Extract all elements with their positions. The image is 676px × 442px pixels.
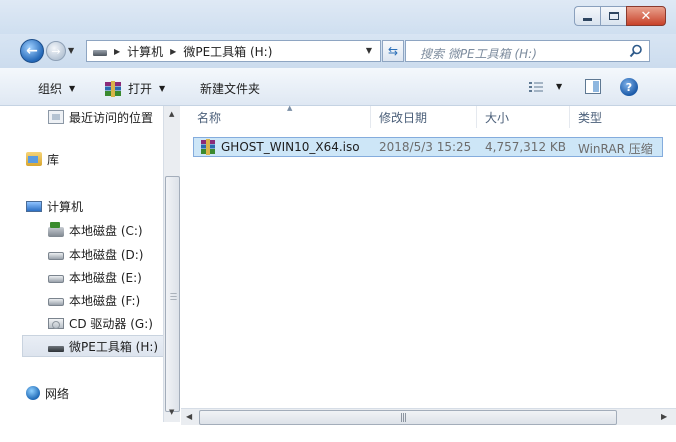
scroll-left-icon[interactable]: ◀: [186, 412, 192, 421]
winrar-archive-icon: [201, 139, 215, 155]
column-header-name[interactable]: 名称 ▲: [189, 104, 371, 128]
breadcrumb-computer[interactable]: 计算机: [127, 43, 163, 60]
file-modified-date: 2018/5/3 15:25: [379, 140, 472, 154]
sidebar-item-label: CD 驱动器 (G:): [69, 316, 153, 331]
sidebar-item-label: 本地磁盘 (D:): [69, 247, 144, 262]
grip-icon: — — —: [170, 289, 177, 303]
sidebar-item-drive-f[interactable]: 本地磁盘 (F:): [48, 289, 140, 311]
command-bar: 组织 ▼ 打开 ▼ 新建文件夹 ▼ ?: [0, 68, 676, 106]
sidebar-item-label: 网络: [45, 386, 70, 401]
drive-icon: [48, 275, 64, 283]
sidebar-item-label: 计算机: [47, 199, 84, 214]
refresh-icon: ⇆: [387, 44, 399, 58]
preview-pane-icon[interactable]: [585, 79, 601, 94]
navigation-pane: 最近访问的位置 库 计算机 本地磁盘 (C:) 本地磁盘 (D:) 本地磁盘 (…: [0, 106, 172, 422]
cd-drive-icon: [48, 317, 64, 329]
status-area: [0, 422, 181, 442]
chevron-down-icon: ▼: [69, 84, 76, 93]
back-button[interactable]: ←: [20, 39, 44, 63]
sidebar-item-label: 最近访问的位置: [69, 110, 154, 125]
close-icon: ✕: [640, 8, 652, 24]
file-row[interactable]: GHOST_WIN10_X64.iso 2018/5/3 15:25 4,757…: [193, 137, 663, 157]
sidebar-item-drive-c[interactable]: 本地磁盘 (C:): [48, 219, 143, 241]
column-header-size[interactable]: 大小: [477, 106, 570, 128]
address-dropdown-icon[interactable]: ▼: [366, 46, 372, 55]
sidebar-item-label: 本地磁盘 (C:): [69, 223, 143, 238]
column-header-label: 类型: [578, 110, 603, 125]
views-icon[interactable]: [528, 80, 544, 94]
minimize-button[interactable]: [574, 6, 600, 26]
scroll-down-icon[interactable]: ▼: [169, 408, 174, 416]
search-input[interactable]: 搜索 微PE工具箱 (H:): [405, 40, 650, 62]
forward-button[interactable]: →: [46, 41, 66, 61]
sidebar-item-label: 库: [47, 152, 60, 167]
column-header-label: 名称: [197, 110, 222, 125]
forward-arrow-icon: →: [51, 44, 61, 58]
sort-ascending-icon: ▲: [287, 104, 293, 112]
network-icon: [26, 386, 40, 400]
sidebar-item-label: 微PE工具箱 (H:): [69, 339, 159, 354]
system-drive-icon: [48, 222, 64, 237]
new-folder-button[interactable]: 新建文件夹: [200, 80, 260, 97]
status-area: [181, 425, 676, 442]
views-dropdown-icon[interactable]: ▼: [556, 82, 562, 91]
library-icon: [26, 152, 42, 166]
column-header-label: 修改日期: [379, 110, 428, 125]
scrollbar-thumb[interactable]: — — —: [165, 176, 180, 412]
scrollbar-thumb[interactable]: |||: [199, 410, 617, 425]
computer-icon: [26, 200, 42, 212]
sidebar-item-network[interactable]: 网络: [26, 382, 69, 404]
new-folder-label: 新建文件夹: [200, 82, 261, 96]
breadcrumb-current-drive[interactable]: 微PE工具箱 (H:): [183, 43, 272, 60]
column-header-type[interactable]: 类型: [570, 106, 676, 128]
minimize-icon: [583, 17, 592, 21]
address-row: ← → ▼ ▶ 计算机 ▶ 微PE工具箱 (H:) ▼ ⇆ 搜索 微PE工具箱 …: [0, 34, 676, 68]
column-header-label: 大小: [485, 110, 510, 125]
sidebar-item-drive-e[interactable]: 本地磁盘 (E:): [48, 266, 142, 288]
organize-label: 组织: [38, 82, 63, 96]
refresh-button[interactable]: ⇆: [382, 40, 404, 62]
maximize-icon: [608, 12, 619, 20]
sidebar-item-drive-d[interactable]: 本地磁盘 (D:): [48, 243, 143, 265]
drive-icon: [48, 252, 64, 260]
close-button[interactable]: ✕: [626, 6, 666, 26]
window-controls: ✕: [574, 6, 666, 26]
back-arrow-icon: ←: [26, 43, 38, 59]
navigation-scrollbar[interactable]: ▲ — — — ▼: [163, 106, 180, 422]
sidebar-item-pe-drive[interactable]: 微PE工具箱 (H:): [22, 335, 172, 357]
recent-places-icon: [48, 110, 64, 124]
sidebar-item-recent[interactable]: 最近访问的位置: [48, 106, 153, 128]
file-name: GHOST_WIN10_X64.iso: [221, 140, 360, 154]
open-button[interactable]: 打开 ▼: [104, 80, 165, 97]
chevron-down-icon: ▼: [159, 84, 166, 93]
sidebar-item-label: 本地磁盘 (E:): [69, 270, 142, 285]
help-icon[interactable]: ?: [620, 78, 638, 96]
breadcrumb-arrow-icon[interactable]: ▶: [170, 47, 176, 56]
grip-icon: |||: [400, 413, 407, 423]
sidebar-item-cd-drive[interactable]: CD 驱动器 (G:): [48, 312, 153, 334]
file-type: WinRAR 压缩: [578, 142, 653, 156]
column-header-date[interactable]: 修改日期: [371, 106, 477, 128]
open-label: 打开: [128, 82, 153, 96]
scroll-right-icon[interactable]: ▶: [661, 412, 667, 421]
breadcrumb-arrow-icon[interactable]: ▶: [114, 47, 120, 56]
address-bar[interactable]: ▶ 计算机 ▶ 微PE工具箱 (H:) ▼: [86, 40, 381, 62]
sidebar-item-computer[interactable]: 计算机: [26, 195, 83, 217]
horizontal-scrollbar[interactable]: ◀ ||| ▶: [181, 408, 676, 425]
usb-drive-icon: [93, 50, 107, 56]
title-bar: ✕: [0, 0, 676, 34]
usb-drive-icon: [48, 346, 64, 352]
scroll-up-icon[interactable]: ▲: [169, 110, 174, 118]
sidebar-item-label: 本地磁盘 (F:): [69, 293, 141, 308]
search-placeholder: 搜索 微PE工具箱 (H:): [420, 47, 537, 61]
search-icon[interactable]: [629, 44, 643, 58]
winrar-icon: [105, 80, 121, 97]
file-list: 名称 ▲ 修改日期 大小 类型 GHOST_WIN10_X64.iso 2018…: [181, 104, 676, 422]
maximize-button[interactable]: [600, 6, 626, 26]
recent-pages-dropdown-icon[interactable]: ▼: [68, 46, 74, 55]
drive-icon: [48, 298, 64, 306]
file-size: 4,757,312 KB: [485, 140, 566, 154]
organize-button[interactable]: 组织 ▼: [38, 80, 75, 97]
sidebar-item-libraries[interactable]: 库: [26, 148, 59, 170]
